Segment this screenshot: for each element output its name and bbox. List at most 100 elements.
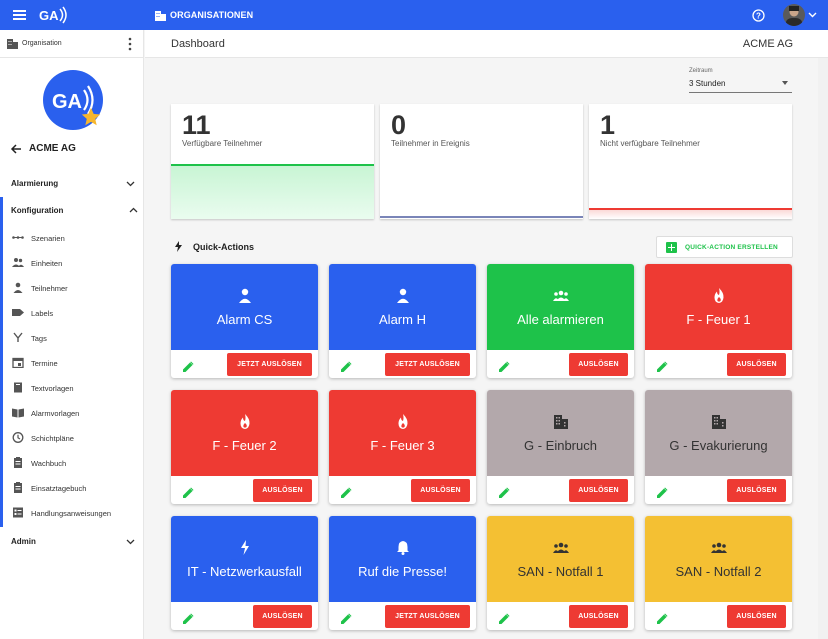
quick-action-header[interactable]: F - Feuer 3 <box>329 390 476 476</box>
trigger-button[interactable]: AUSLÖSEN <box>253 479 312 502</box>
svg-text:?: ? <box>756 12 761 21</box>
quick-action-name: G - Evakurierung <box>669 438 768 453</box>
quick-action-card[interactable]: Ruf die Presse! JETZT AUSLÖSEN <box>329 516 476 630</box>
organisation-name[interactable]: ACME AG <box>29 143 76 154</box>
quick-action-card[interactable]: SAN - Notfall 1 AUSLÖSEN <box>487 516 634 630</box>
quick-action-card[interactable]: G - Einbruch AUSLÖSEN <box>487 390 634 504</box>
quick-action-card[interactable]: Alarm CS JETZT AUSLÖSEN <box>171 264 318 378</box>
chevron-down-icon[interactable] <box>808 10 817 19</box>
trigger-button[interactable]: JETZT AUSLÖSEN <box>227 353 312 376</box>
sidebar-item-szenarien[interactable]: Szenarien <box>0 225 144 250</box>
sidebar-item-handlungsanweisungen[interactable]: Handlungsanweisungen <box>0 500 144 525</box>
stat-label: Verfügbare Teilnehmer <box>182 139 263 148</box>
quick-action-name: F - Feuer 3 <box>370 438 435 453</box>
edit-pencil-icon[interactable] <box>657 485 668 498</box>
dropdown-arrow-icon[interactable] <box>782 81 788 85</box>
quick-action-card[interactable]: Alle alarmieren AUSLÖSEN <box>487 264 634 378</box>
section-label: Konfiguration <box>11 206 64 215</box>
stat-value: 0 <box>391 110 407 140</box>
edit-pencil-icon[interactable] <box>657 359 668 372</box>
scenario-icon <box>12 236 24 239</box>
quick-action-header[interactable]: F - Feuer 1 <box>645 264 792 350</box>
sidebar-item-einsatztagebuch[interactable]: Einsatztagebuch <box>0 475 144 500</box>
trigger-button[interactable]: AUSLÖSEN <box>727 353 786 376</box>
sidebar-item-tags[interactable]: Tags <box>0 325 144 350</box>
edit-pencil-icon[interactable] <box>183 359 194 372</box>
edit-pencil-icon[interactable] <box>183 485 194 498</box>
sidebar-item-termine[interactable]: Termine <box>0 350 144 375</box>
quick-action-card[interactable]: F - Feuer 3 AUSLÖSEN <box>329 390 476 504</box>
sidebar-item-labels[interactable]: Labels <box>0 300 144 325</box>
quick-action-card[interactable]: SAN - Notfall 2 AUSLÖSEN <box>645 516 792 630</box>
trigger-button[interactable]: AUSLÖSEN <box>253 605 312 628</box>
label-icon <box>12 309 24 316</box>
sidebar-item-teilnehmer[interactable]: Teilnehmer <box>0 275 144 300</box>
trigger-button[interactable]: JETZT AUSLÖSEN <box>385 605 470 628</box>
page-header: Dashboard ACME AG <box>145 30 828 58</box>
edit-pencil-icon[interactable] <box>183 611 194 624</box>
sidebar-item-wachbuch[interactable]: Wachbuch <box>0 450 144 475</box>
quick-action-header[interactable]: IT - Netzwerkausfall <box>171 516 318 602</box>
back-arrow-icon[interactable] <box>10 143 22 155</box>
quick-action-header[interactable]: Alarm CS <box>171 264 318 350</box>
open-book-icon <box>12 408 24 418</box>
zeitraum-select[interactable]: 3 Stunden <box>689 79 725 88</box>
building-icon <box>155 11 166 21</box>
trigger-button[interactable]: AUSLÖSEN <box>411 479 470 502</box>
quick-action-card[interactable]: Alarm H JETZT AUSLÖSEN <box>329 264 476 378</box>
create-quick-action-button[interactable]: QUICK-ACTION ERSTELLEN <box>656 236 793 258</box>
sidebar-item-label: Textvorlagen <box>31 384 74 393</box>
quick-action-card[interactable]: F - Feuer 2 AUSLÖSEN <box>171 390 318 504</box>
organisations-link[interactable]: ORGANISATIONEN <box>170 10 253 20</box>
quick-action-header[interactable]: SAN - Notfall 2 <box>645 516 792 602</box>
edit-pencil-icon[interactable] <box>341 485 352 498</box>
sidebar-item-schichtplaene[interactable]: Schichtpläne <box>0 425 144 450</box>
quick-action-name: SAN - Notfall 1 <box>517 564 604 579</box>
trigger-button[interactable]: AUSLÖSEN <box>727 479 786 502</box>
stat-chart-area <box>589 210 792 219</box>
quick-action-header[interactable]: Alle alarmieren <box>487 264 634 350</box>
menu-icon[interactable] <box>13 10 26 20</box>
quick-action-card[interactable]: F - Feuer 1 AUSLÖSEN <box>645 264 792 378</box>
calendar-icon <box>12 357 24 368</box>
sidebar-item-einheiten[interactable]: Einheiten <box>0 250 144 275</box>
more-vert-icon[interactable] <box>128 37 132 51</box>
edit-pencil-icon[interactable] <box>341 611 352 624</box>
edit-pencil-icon[interactable] <box>499 359 510 372</box>
scrollbar[interactable] <box>818 58 828 639</box>
zeitraum-label: Zeitraum <box>689 68 713 74</box>
trigger-button[interactable]: AUSLÖSEN <box>569 353 628 376</box>
sidebar-item-label: Einheiten <box>31 259 63 268</box>
sidebar-section-admin[interactable]: Admin <box>0 528 144 554</box>
quick-action-header[interactable]: F - Feuer 2 <box>171 390 318 476</box>
edit-pencil-icon[interactable] <box>341 359 352 372</box>
quick-action-header[interactable]: G - Evakurierung <box>645 390 792 476</box>
help-icon[interactable]: ? <box>752 9 765 22</box>
quick-action-name: SAN - Notfall 2 <box>675 564 762 579</box>
quick-action-card[interactable]: G - Evakurierung AUSLÖSEN <box>645 390 792 504</box>
user-avatar[interactable] <box>783 4 805 26</box>
quick-action-header[interactable]: Ruf die Presse! <box>329 516 476 602</box>
trigger-button[interactable]: AUSLÖSEN <box>569 605 628 628</box>
sidebar-item-alarmvorlagen[interactable]: Alarmvorlagen <box>0 400 144 425</box>
groups-icon <box>12 258 24 267</box>
quick-action-header[interactable]: G - Einbruch <box>487 390 634 476</box>
sidebar: Organisation GA ACME AG Alarmierung Konf… <box>0 30 144 639</box>
edit-pencil-icon[interactable] <box>499 611 510 624</box>
tag-icon <box>13 332 23 342</box>
sidebar-section-konfiguration[interactable]: Konfiguration <box>0 197 144 223</box>
edit-pencil-icon[interactable] <box>499 485 510 498</box>
trigger-button[interactable]: AUSLÖSEN <box>727 605 786 628</box>
quick-action-header[interactable]: SAN - Notfall 1 <box>487 516 634 602</box>
sidebar-item-textvorlagen[interactable]: Textvorlagen <box>0 375 144 400</box>
section-label: Alarmierung <box>11 179 59 188</box>
sidebar-section-alarmierung[interactable]: Alarmierung <box>0 170 144 196</box>
app-logo[interactable]: GA <box>38 6 68 24</box>
quick-action-header[interactable]: Alarm H <box>329 264 476 350</box>
fire-icon <box>237 414 253 429</box>
trigger-button[interactable]: AUSLÖSEN <box>569 479 628 502</box>
edit-pencil-icon[interactable] <box>657 611 668 624</box>
stat-value: 1 <box>600 110 616 140</box>
trigger-button[interactable]: JETZT AUSLÖSEN <box>385 353 470 376</box>
quick-action-card[interactable]: IT - Netzwerkausfall AUSLÖSEN <box>171 516 318 630</box>
